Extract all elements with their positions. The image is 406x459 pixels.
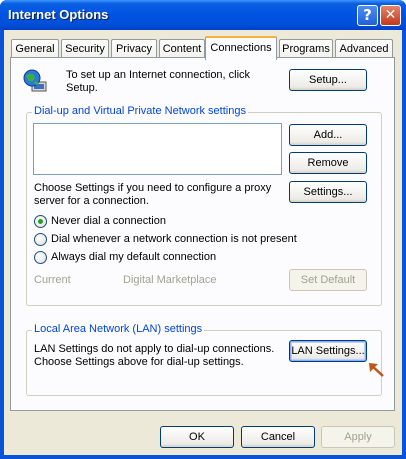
current-connection-value: Digital Marketplace <box>123 274 217 286</box>
lan-settings-group-title: Local Area Network (LAN) settings <box>32 323 205 335</box>
lan-settings-description: LAN Settings do not apply to dial-up con… <box>34 343 275 368</box>
window-frame-right <box>402 30 406 459</box>
radio-never-dial-label[interactable]: Never dial a connection <box>51 215 166 228</box>
tab-security[interactable]: Security <box>61 39 109 59</box>
setup-instructions: To set up an Internet connection, click … <box>66 69 251 94</box>
tab-advanced[interactable]: Advanced <box>335 39 393 59</box>
tab-privacy[interactable]: Privacy <box>111 39 157 59</box>
radio-always-dial[interactable] <box>34 251 47 264</box>
set-default-button[interactable]: Set Default <box>289 269 367 291</box>
cancel-button[interactable]: Cancel <box>241 426 315 448</box>
internet-options-window: Internet Options ? ✕ General Security Pr… <box>0 0 406 459</box>
current-label: Current <box>34 274 71 286</box>
remove-button[interactable]: Remove <box>289 152 367 174</box>
internet-connection-icon <box>23 69 47 92</box>
close-button[interactable]: ✕ <box>380 5 401 26</box>
settings-hint: Choose Settings if you need to configure… <box>34 182 272 207</box>
setup-button[interactable]: Setup... <box>289 69 367 91</box>
add-button[interactable]: Add... <box>289 124 367 146</box>
tab-general[interactable]: General <box>11 39 59 59</box>
ok-button[interactable]: OK <box>160 426 234 448</box>
window-frame-bottom <box>0 455 406 459</box>
radio-always-dial-label[interactable]: Always dial my default connection <box>51 251 216 264</box>
tab-connections[interactable]: Connections <box>205 36 277 60</box>
radio-dial-when-no-network-label[interactable]: Dial whenever a network connection is no… <box>51 233 297 246</box>
radio-never-dial[interactable] <box>34 215 47 228</box>
settings-button[interactable]: Settings... <box>289 181 367 203</box>
dialup-vpn-group-title: Dial-up and Virtual Private Network sett… <box>32 105 248 117</box>
tab-programs[interactable]: Programs <box>279 39 333 59</box>
tab-content[interactable]: Content <box>159 39 205 59</box>
window-title: Internet Options <box>8 7 109 22</box>
title-bar[interactable]: Internet Options ? ✕ <box>0 0 406 30</box>
help-button[interactable]: ? <box>357 5 378 26</box>
apply-button[interactable]: Apply <box>321 426 395 448</box>
lan-settings-button[interactable]: LAN Settings... <box>289 340 367 362</box>
connections-listbox[interactable] <box>33 123 282 175</box>
pointer-arrow-icon <box>369 363 384 377</box>
radio-dial-when-no-network[interactable] <box>34 233 47 246</box>
